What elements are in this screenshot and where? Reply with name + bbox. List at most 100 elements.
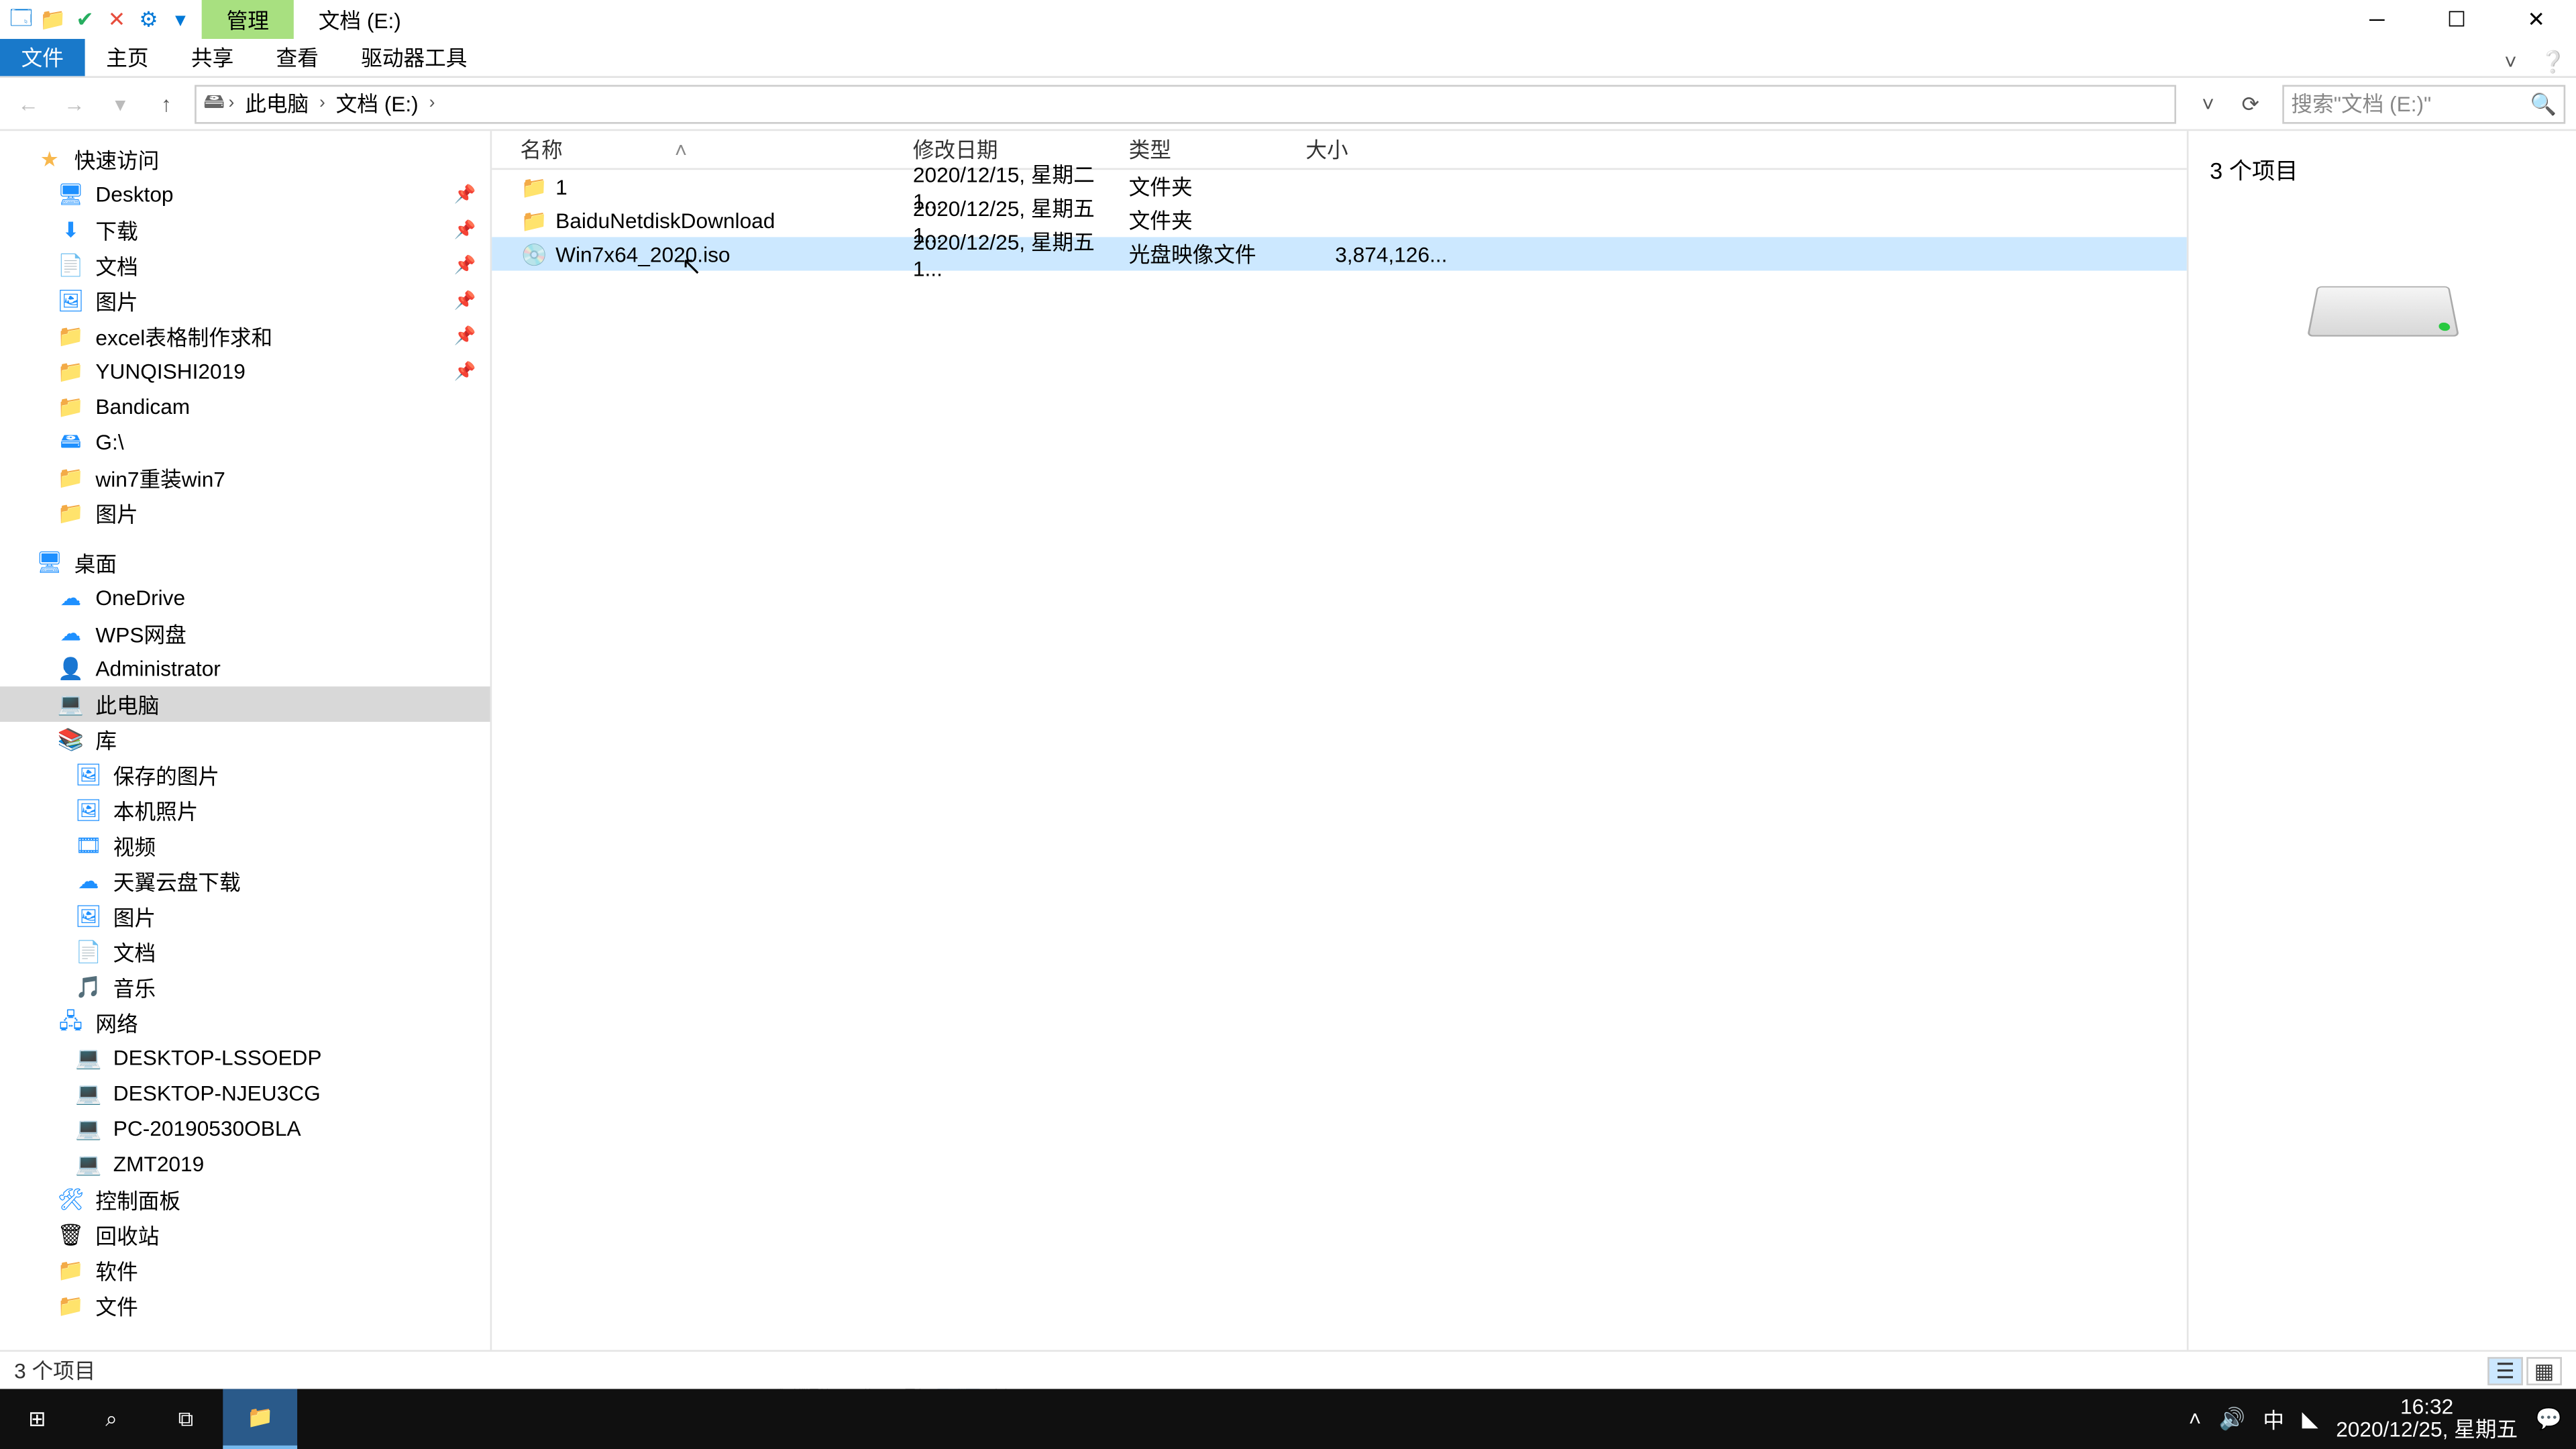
nav-lib-music[interactable]: 🎵音乐 (0, 969, 490, 1005)
taskbar-search-button[interactable]: ⌕ (74, 1389, 149, 1449)
nav-onedrive[interactable]: ☁OneDrive (0, 580, 490, 616)
status-bar: 3 个项目 ☰ ▦ (0, 1350, 2576, 1389)
nav-forward-button[interactable]: → (56, 86, 92, 121)
nav-network[interactable]: 🖧网络 (0, 1005, 490, 1040)
tray-overflow-icon[interactable]: ˄ (2189, 1407, 2202, 1432)
nav-videos[interactable]: 🎞视频 (0, 828, 490, 863)
taskbar-explorer-button[interactable]: 📁 (223, 1389, 297, 1449)
nav-yunqishi[interactable]: 📁YUNQISHI2019📌 (0, 354, 490, 389)
file-row-selected[interactable]: 💿 Win7x64_2020.iso 2020/12/25, 星期五 1... … (492, 237, 2187, 270)
folder-icon: 📁 (56, 499, 85, 527)
nav-win7reinstall[interactable]: 📁win7重装win7 (0, 460, 490, 496)
breadcrumb[interactable]: 🖴 › 此电脑 › 文档 (E:) › (195, 84, 2176, 123)
nav-camera-roll[interactable]: 🖼本机照片 (0, 793, 490, 828)
nav-desktop-root[interactable]: 🖥桌面 (0, 545, 490, 580)
col-name[interactable]: 名称 ˄ (520, 134, 913, 164)
search-input[interactable]: 搜索"文档 (E:)" 🔍 (2282, 84, 2565, 123)
nav-saved-pictures[interactable]: 🖼保存的图片 (0, 757, 490, 793)
nav-thispc[interactable]: 💻此电脑 (0, 686, 490, 722)
nav-quick-access[interactable]: ★快速访问 (0, 142, 490, 177)
nav-net-njeu3cg[interactable]: 💻DESKTOP-NJEU3CG (0, 1076, 490, 1112)
ribbon-tab-home[interactable]: 主页 (85, 39, 170, 76)
chevron-right-icon[interactable]: › (319, 94, 325, 113)
maximize-button[interactable]: ☐ (2417, 0, 2497, 39)
ime-indicator[interactable]: 中 (2263, 1404, 2284, 1434)
nav-desktop[interactable]: 🖥Desktop📌 (0, 177, 490, 213)
nav-up-button[interactable]: ↑ (149, 86, 184, 121)
ribbon-tab-view[interactable]: 查看 (255, 39, 340, 76)
contextual-tab-manage[interactable]: 管理 (202, 0, 294, 39)
system-tray[interactable]: ˄ 🔊 中 ◣ 16:32 2020/12/25, 星期五 💬 (2175, 1396, 2576, 1442)
column-headers[interactable]: 名称 ˄ 修改日期 类型 大小 (492, 131, 2187, 170)
close-action-icon[interactable]: ✕ (103, 5, 131, 34)
nav-history-dropdown[interactable]: ▾ (103, 86, 138, 121)
breadcrumb-seg-thispc[interactable]: 此电脑 (238, 89, 316, 119)
minimize-button[interactable]: ─ (2337, 0, 2417, 39)
nav-downloads[interactable]: ⬇下载📌 (0, 212, 490, 248)
search-icon: ⌕ (105, 1405, 117, 1432)
nav-documents[interactable]: 📄文档📌 (0, 248, 490, 283)
ribbon: 文件 主页 共享 查看 驱动器工具 (0, 39, 2576, 78)
ribbon-tab-file[interactable]: 文件 (0, 39, 85, 76)
nav-excel-folder[interactable]: 📁excel表格制作求和📌 (0, 319, 490, 354)
ribbon-expand-icon[interactable]: ˅ (2495, 46, 2526, 78)
folder-icon: 📁 (56, 393, 85, 421)
ribbon-tab-share[interactable]: 共享 (170, 39, 255, 76)
qat-dropdown-icon[interactable]: ▾ (166, 5, 195, 34)
nav-net-zmt2019[interactable]: 💻ZMT2019 (0, 1146, 490, 1182)
view-thumbnails-button[interactable]: ▦ (2526, 1356, 2562, 1385)
contextual-tabs: 管理 文档 (E:) (202, 0, 426, 39)
chevron-right-icon[interactable]: › (429, 94, 435, 113)
col-size[interactable]: 大小 (1305, 134, 1447, 164)
chevron-right-icon[interactable]: › (229, 94, 235, 113)
nav-pictures2[interactable]: 📁图片 (0, 495, 490, 531)
documents-icon: 📄 (74, 938, 103, 966)
network-icon: 🖧 (56, 1008, 85, 1036)
gear-icon[interactable]: ⚙ (134, 5, 162, 34)
nav-lib-documents[interactable]: 📄文档 (0, 934, 490, 970)
taskbar-clock[interactable]: 16:32 2020/12/25, 星期五 (2336, 1396, 2518, 1442)
nav-bandicam[interactable]: 📁Bandicam (0, 389, 490, 425)
nav-administrator[interactable]: 👤Administrator (0, 651, 490, 687)
breadcrumb-seg-drive[interactable]: 文档 (E:) (329, 89, 425, 119)
nav-net-lssoedp[interactable]: 💻DESKTOP-LSSOEDP (0, 1040, 490, 1076)
view-details-button[interactable]: ☰ (2487, 1356, 2523, 1385)
help-icon[interactable]: ❔ (2537, 46, 2569, 78)
folder-icon[interactable]: 📁 (39, 5, 67, 34)
nav-pictures[interactable]: 🖼图片📌 (0, 283, 490, 319)
taskbar[interactable]: ⊞ ⌕ ⧉ 📁 ˄ 🔊 中 ◣ 16:32 2020/12/25, 星期五 💬 (0, 1389, 2576, 1449)
pc-icon: 💻 (74, 1079, 103, 1108)
nav-back-button[interactable]: ← (11, 86, 46, 121)
pin-icon: 📌 (454, 327, 476, 346)
pictures-icon: 🖼 (56, 286, 85, 315)
nav-lib-pictures[interactable]: 🖼图片 (0, 899, 490, 934)
nav-files[interactable]: 📁文件 (0, 1288, 490, 1324)
nav-tianyi[interactable]: ☁天翼云盘下载 (0, 863, 490, 899)
col-type[interactable]: 类型 (1129, 134, 1306, 164)
nav-wps[interactable]: ☁WPS网盘 (0, 616, 490, 651)
task-view-button[interactable]: ⧉ (149, 1389, 223, 1449)
library-icon: 📚 (56, 725, 85, 753)
nav-gdrive[interactable]: 🖴G:\ (0, 425, 490, 460)
nav-libraries[interactable]: 📚库 (0, 722, 490, 757)
file-row[interactable]: 📁 1 2020/12/15, 星期二 1... 文件夹 (492, 170, 2187, 203)
ribbon-tab-drive-tools[interactable]: 驱动器工具 (340, 39, 489, 76)
nav-net-pc2019[interactable]: 💻PC-20190530OBLA (0, 1111, 490, 1146)
video-icon: 🎞 (74, 832, 103, 860)
start-button[interactable]: ⊞ (0, 1389, 74, 1449)
file-row[interactable]: 📁 BaiduNetdiskDownload 2020/12/25, 星期五 1… (492, 203, 2187, 237)
tray-app-icon[interactable]: ◣ (2302, 1407, 2318, 1432)
refresh-icon[interactable]: ⟳ (2233, 86, 2268, 121)
pin-icon: 📌 (454, 256, 476, 275)
nav-recycle-bin[interactable]: 🗑回收站 (0, 1218, 490, 1253)
volume-icon[interactable]: 🔊 (2219, 1407, 2245, 1432)
action-center-icon[interactable]: 💬 (2536, 1407, 2562, 1432)
pictures-icon: 🖼 (74, 761, 103, 789)
breadcrumb-dropdown-icon[interactable]: ˅ (2190, 86, 2226, 121)
check-icon[interactable]: ✔ (70, 5, 99, 34)
nav-software[interactable]: 📁软件 (0, 1252, 490, 1288)
folder-icon: 📁 (56, 1291, 85, 1320)
nav-control-panel[interactable]: 🛠控制面板 (0, 1182, 490, 1218)
navigation-pane[interactable]: ★快速访问 🖥Desktop📌 ⬇下载📌 📄文档📌 🖼图片📌 📁excel表格制… (0, 131, 492, 1350)
close-button[interactable]: ✕ (2496, 0, 2576, 39)
